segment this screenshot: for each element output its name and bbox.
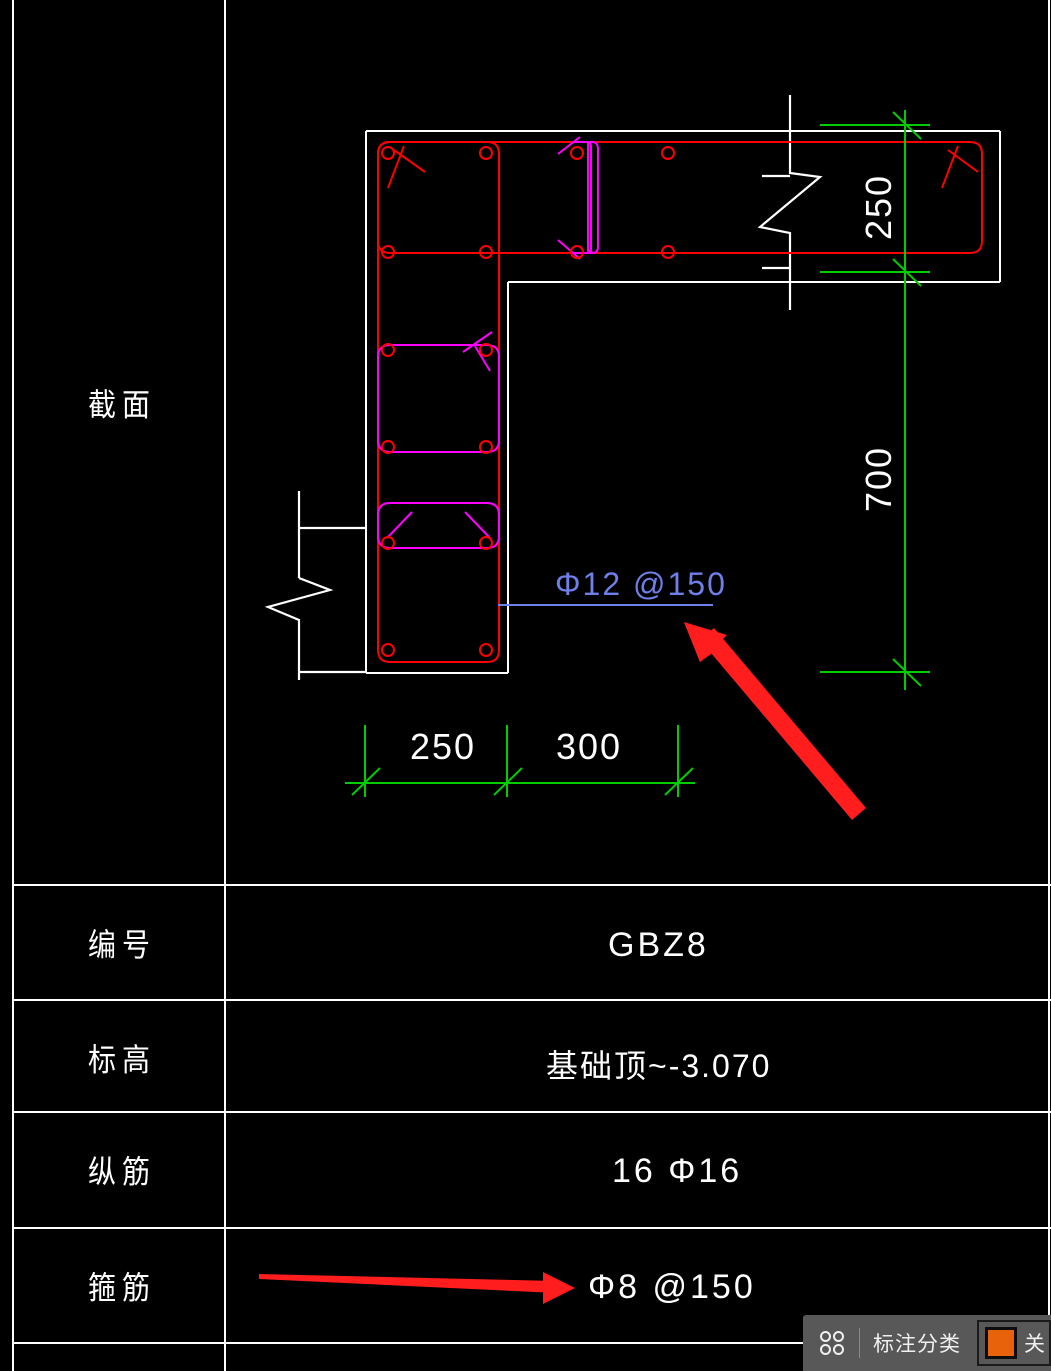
row-value-stirrups: Φ8 @150 [588, 1268, 756, 1306]
row-label-section: 截面 [88, 387, 157, 423]
annotation-arrow-stirrup-row [259, 1272, 575, 1304]
row-label-elevation: 标高 [88, 1042, 157, 1078]
annotation-arrow-rebar-note [684, 622, 866, 820]
row-value-longitudinal-bars: 16 Φ16 [612, 1152, 743, 1190]
annotation-category-label[interactable]: 标注分类 [873, 1328, 961, 1358]
break-line-right [757, 95, 823, 310]
color-swatch[interactable] [985, 1327, 1017, 1359]
row-value-number: GBZ8 [608, 926, 709, 964]
row-label-longitudinal-bars: 纵筋 [88, 1154, 157, 1190]
dimension-h-250: 250 [410, 726, 477, 767]
color-swatch-chip[interactable]: 关 [977, 1320, 1051, 1366]
grid-four-squares-icon[interactable] [817, 1328, 847, 1358]
stirrup-inner [377, 136, 599, 549]
row-label-stirrups: 箍筋 [88, 1270, 157, 1306]
color-swatch-label: 关 [1024, 1333, 1045, 1356]
row-label-number: 编号 [88, 927, 157, 963]
cad-drawing-page: 250 300 250 700 Φ12 @150 截面 编号 标高 纵筋 箍筋 … [0, 0, 1051, 1371]
dimension-v-250: 250 [858, 173, 899, 240]
rebar-note-label: Φ12 @150 [555, 566, 727, 602]
toolbar-divider [859, 1328, 860, 1358]
dimension-h-300: 300 [556, 726, 623, 767]
dimension-v-700: 700 [858, 445, 899, 512]
break-line-left [264, 491, 366, 680]
row-value-elevation: 基础顶~-3.070 [546, 1048, 772, 1084]
dimension-lines [345, 110, 930, 797]
annotation-toolbar[interactable]: 标注分类 关 [803, 1315, 1051, 1371]
